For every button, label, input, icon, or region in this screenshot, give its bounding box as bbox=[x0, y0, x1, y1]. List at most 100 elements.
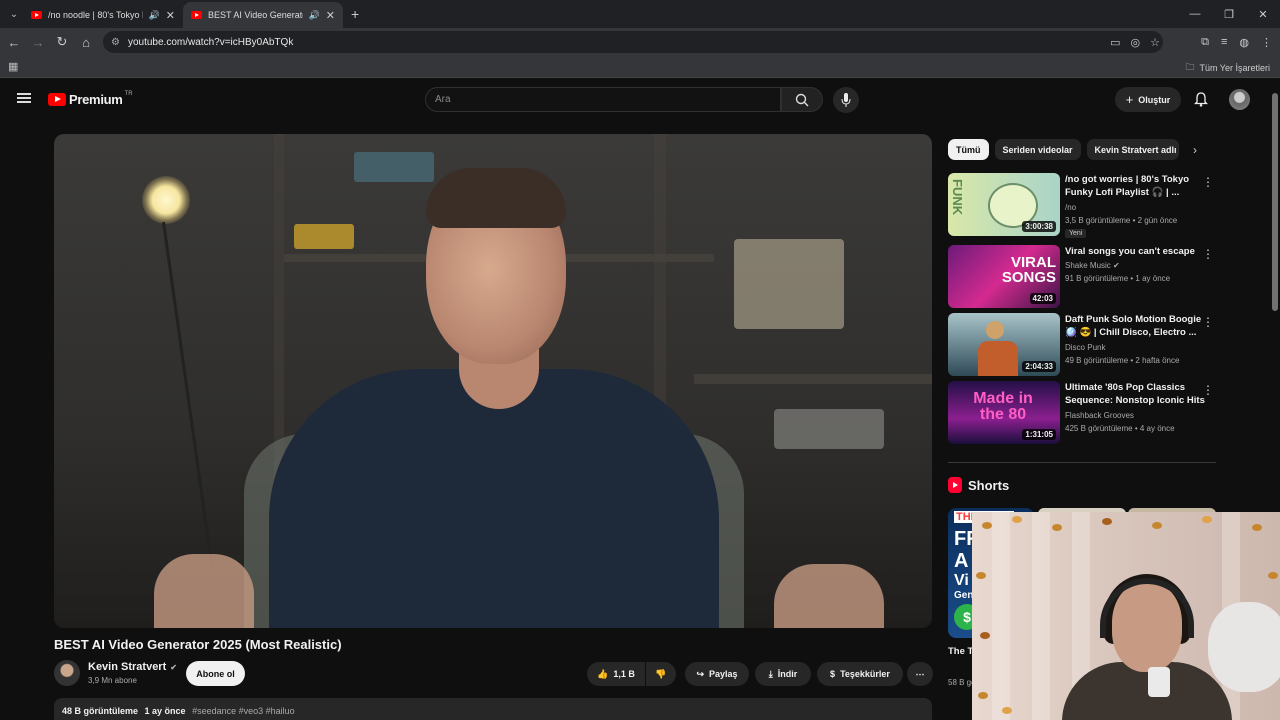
restore-icon[interactable]: ❐ bbox=[1212, 0, 1246, 28]
play-button-plaque bbox=[734, 239, 844, 329]
recommendation-item[interactable]: Made in the 80 1:31:05 Ultimate '80s Pop… bbox=[948, 381, 1218, 445]
video-title: BEST AI Video Generator 2025 (Most Reali… bbox=[54, 637, 342, 652]
video-thumbnail[interactable]: FUNK 3:00:38 bbox=[948, 173, 1060, 236]
menu-kebab-icon[interactable]: ⋮ bbox=[1261, 36, 1272, 49]
close-tab-icon[interactable]: ✕ bbox=[326, 9, 335, 22]
new-tab-icon[interactable]: + bbox=[351, 6, 359, 22]
bookmark-star-icon[interactable]: ☆ bbox=[1150, 36, 1160, 49]
video-title[interactable]: Daft Punk Solo Motion Boogie 🪩 😎 | Chill… bbox=[1065, 313, 1205, 339]
shorts-title: Shorts bbox=[968, 477, 1010, 493]
close-tab-icon[interactable]: ✕ bbox=[166, 9, 175, 22]
browser-tab-1[interactable]: /no noodle | 80's Tokyo Fu 🔊 ✕ bbox=[23, 2, 183, 28]
channel-name[interactable]: Disco Punk bbox=[1065, 343, 1105, 352]
share-button[interactable]: ↪ Paylaş bbox=[685, 662, 749, 686]
speaker-icon[interactable]: 🔊 bbox=[149, 10, 160, 21]
search-button[interactable] bbox=[781, 87, 823, 112]
profile-icon[interactable]: ◍ bbox=[1239, 36, 1249, 49]
more-options-icon[interactable]: ⋮ bbox=[1202, 247, 1214, 261]
channel-name[interactable]: Flashback Grooves bbox=[1065, 411, 1134, 420]
webcam-overlay bbox=[972, 512, 1280, 720]
speaker-icon[interactable]: 🔊 bbox=[309, 10, 320, 21]
chip-series[interactable]: Seriden videolar bbox=[994, 139, 1081, 160]
tab-title: /no noodle | 80's Tokyo Fu bbox=[48, 10, 143, 20]
duration-badge: 42:03 bbox=[1029, 293, 1056, 304]
reload-icon[interactable]: ↻ bbox=[50, 34, 74, 50]
voice-search-button[interactable] bbox=[833, 87, 859, 113]
thanks-icon: $ bbox=[830, 669, 836, 679]
search-icon bbox=[795, 93, 809, 106]
subscribe-button[interactable]: Abone ol bbox=[186, 661, 245, 686]
dislike-button[interactable]: 👎 bbox=[646, 662, 676, 686]
channel-avatar[interactable] bbox=[54, 660, 80, 686]
page-scrollbar[interactable] bbox=[1271, 81, 1280, 511]
notifications-bell-icon[interactable] bbox=[1193, 92, 1209, 112]
logo-text: Premium bbox=[69, 92, 123, 107]
more-options-icon[interactable]: ⋮ bbox=[1202, 175, 1214, 189]
thumbs-up-icon: 👍 bbox=[597, 668, 609, 679]
recommendation-item[interactable]: 2:04:33 Daft Punk Solo Motion Boogie 🪩 😎… bbox=[948, 313, 1218, 377]
eye-off-icon[interactable]: ◎ bbox=[1131, 36, 1141, 49]
cast-icon[interactable]: ▭ bbox=[1110, 36, 1120, 49]
channel-name[interactable]: /no bbox=[1065, 203, 1076, 212]
country-code: TR bbox=[124, 90, 133, 97]
menu-hamburger-icon[interactable] bbox=[17, 93, 31, 103]
chip-all[interactable]: Tümü bbox=[948, 139, 989, 160]
download-icon: ⤓ bbox=[768, 668, 773, 679]
create-button[interactable]: + Oluştur bbox=[1115, 87, 1181, 112]
shorts-icon bbox=[948, 477, 962, 493]
minimize-icon[interactable]: — bbox=[1178, 0, 1212, 28]
chevron-right-icon[interactable]: › bbox=[1193, 143, 1197, 157]
home-icon[interactable]: ⌂ bbox=[74, 35, 98, 50]
section-divider bbox=[948, 462, 1216, 463]
browser-tab-strip: ⌄ /no noodle | 80's Tokyo Fu 🔊 ✕ BEST AI… bbox=[0, 0, 1280, 28]
video-player[interactable] bbox=[54, 134, 932, 628]
thanks-button[interactable]: $ Teşekkürler bbox=[817, 662, 903, 686]
microphone-icon bbox=[841, 93, 851, 107]
chip-channel[interactable]: Kevin Stratvert adlı yü bbox=[1086, 139, 1179, 160]
download-button[interactable]: ⤓ İndir bbox=[755, 662, 811, 686]
upload-age: 1 ay önce bbox=[144, 706, 186, 716]
all-bookmarks-folder[interactable]: 🗀 Tüm Yer İşaretleri bbox=[1185, 60, 1270, 76]
back-icon[interactable]: ← bbox=[2, 35, 26, 50]
thumb-text: FUNK bbox=[950, 179, 965, 216]
recommendation-item[interactable]: FUNK 3:00:38 /no got worries | 80's Toky… bbox=[948, 173, 1218, 238]
video-title[interactable]: Ultimate '80s Pop Classics Sequence: Non… bbox=[1065, 381, 1205, 407]
thumb-text: Made in the 80 bbox=[973, 390, 1033, 423]
thumb-text: Vi bbox=[954, 572, 969, 589]
video-thumbnail[interactable]: Made in the 80 1:31:05 bbox=[948, 381, 1060, 444]
tab-search-icon[interactable]: ⌄ bbox=[5, 5, 23, 23]
description-box[interactable]: 48 B görüntüleme 1 ay önce #seedance #ve… bbox=[54, 698, 932, 720]
forward-icon[interactable]: → bbox=[26, 35, 50, 50]
close-window-icon[interactable]: ✕ bbox=[1246, 0, 1280, 28]
hashtags[interactable]: #seedance #veo3 #hailuo bbox=[192, 706, 295, 716]
create-label: Oluştur bbox=[1138, 94, 1171, 105]
duration-badge: 2:04:33 bbox=[1022, 361, 1056, 372]
account-avatar[interactable] bbox=[1229, 89, 1250, 110]
apps-grid-icon[interactable]: ▦ bbox=[8, 60, 18, 73]
search-input[interactable]: Ara bbox=[425, 87, 781, 112]
like-button[interactable]: 👍 1,1 B bbox=[587, 662, 645, 686]
video-thumbnail[interactable]: 2:04:33 bbox=[948, 313, 1060, 376]
filter-chips: Tümü Seriden videolar Kevin Stratvert ad… bbox=[948, 139, 1179, 160]
duration-badge: 1:31:05 bbox=[1022, 429, 1056, 440]
more-options-icon[interactable]: ⋮ bbox=[1202, 383, 1214, 397]
video-title[interactable]: Viral songs you can't escape bbox=[1065, 245, 1205, 258]
bookmarks-bar: ▦ 🗀 Tüm Yer İşaretleri bbox=[0, 56, 1280, 78]
channel-name-row[interactable]: Kevin Stratvert ✔ bbox=[88, 661, 177, 673]
channel-name-row[interactable]: Shake Music ✔ bbox=[1065, 261, 1120, 270]
address-bar[interactable]: ⚙ youtube.com/watch?v=icHBy0AbTQk bbox=[103, 31, 1163, 53]
headset bbox=[1100, 578, 1194, 638]
more-actions-button[interactable]: ⋯ bbox=[907, 662, 933, 686]
video-meta: 425 B görüntüleme • 4 ay önce bbox=[1065, 424, 1175, 433]
video-thumbnail[interactable]: VIRAL SONGS 42:03 bbox=[948, 245, 1060, 308]
site-info-icon[interactable]: ⚙ bbox=[111, 37, 120, 48]
recommendation-item[interactable]: VIRAL SONGS 42:03 Viral songs you can't … bbox=[948, 245, 1218, 309]
youtube-premium-logo[interactable]: Premium TR bbox=[48, 90, 133, 107]
more-options-icon[interactable]: ⋮ bbox=[1202, 315, 1214, 329]
extensions-icon[interactable]: ⧉ bbox=[1201, 36, 1209, 49]
browser-toolbar: ← → ↻ ⌂ ⚙ youtube.com/watch?v=icHBy0AbTQ… bbox=[0, 28, 1280, 56]
browser-tab-2[interactable]: BEST AI Video Generator 20 🔊 ✕ bbox=[183, 2, 343, 28]
reading-list-icon[interactable]: ≡ bbox=[1221, 36, 1227, 48]
scrollbar-thumb[interactable] bbox=[1272, 93, 1278, 311]
video-title[interactable]: /no got worries | 80's Tokyo Funky Lofi … bbox=[1065, 173, 1205, 199]
